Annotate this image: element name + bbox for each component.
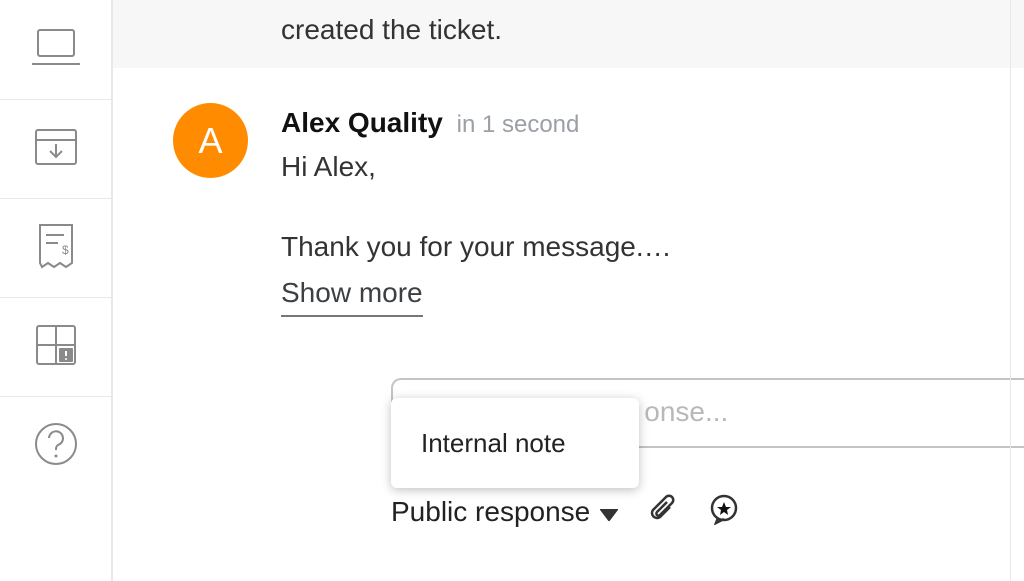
help-icon bbox=[31, 419, 81, 474]
scrollbar[interactable] bbox=[1010, 0, 1024, 581]
message-line: Thank you for your message.… bbox=[281, 227, 1024, 267]
author-name: Alex Quality bbox=[281, 107, 443, 138]
paperclip-icon bbox=[648, 500, 678, 531]
message-entry: A Alex Quality in 1 second Hi Alex, Than… bbox=[113, 103, 1024, 317]
macro-button[interactable] bbox=[708, 493, 740, 532]
laptop-icon bbox=[30, 24, 82, 75]
avatar: A bbox=[173, 103, 248, 178]
chevron-down-icon bbox=[600, 496, 618, 528]
sidebar-item-grid[interactable] bbox=[0, 297, 111, 396]
sidebar-item-inbox[interactable] bbox=[0, 99, 111, 198]
reply-placeholder-fragment: onse... bbox=[644, 396, 728, 427]
sidebar: $ bbox=[0, 0, 112, 581]
event-text: created the ticket. bbox=[281, 14, 502, 45]
response-type-select[interactable]: Public response bbox=[391, 496, 618, 528]
message-header: Alex Quality in 1 second bbox=[281, 103, 1024, 145]
star-bubble-icon bbox=[708, 500, 740, 531]
previous-event: A created the ticket. bbox=[113, 0, 1024, 68]
response-type-dropdown: Internal note bbox=[391, 398, 639, 488]
timestamp: in 1 second bbox=[457, 111, 580, 138]
invoice-icon: $ bbox=[34, 221, 78, 276]
ticket-panel: A created the ticket. A Alex Quality in … bbox=[112, 0, 1024, 581]
svg-text:$: $ bbox=[62, 243, 69, 257]
attach-file-button[interactable] bbox=[648, 493, 678, 532]
reply-toolbar: Public response bbox=[391, 490, 740, 534]
dropdown-option-internal-note[interactable]: Internal note bbox=[421, 398, 609, 488]
response-type-label: Public response bbox=[391, 496, 590, 528]
message-line: Hi Alex, bbox=[281, 147, 1024, 187]
show-more-link[interactable]: Show more bbox=[281, 273, 423, 317]
grid-alert-icon bbox=[31, 320, 81, 375]
sidebar-item-laptop[interactable] bbox=[0, 0, 111, 99]
sidebar-item-invoice[interactable]: $ bbox=[0, 198, 111, 297]
inbox-download-icon bbox=[30, 124, 82, 175]
sidebar-item-help[interactable] bbox=[0, 396, 111, 495]
